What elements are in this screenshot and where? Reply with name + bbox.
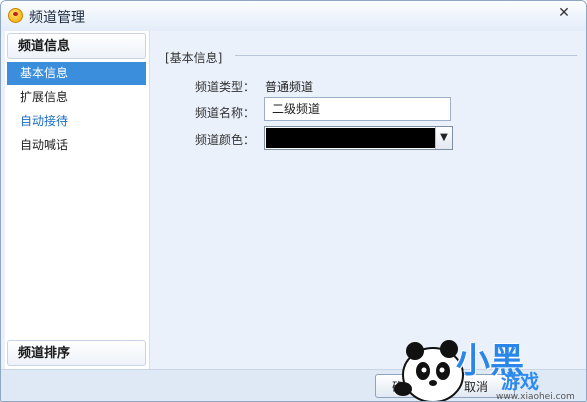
window-title: 频道管理 <box>29 10 85 26</box>
sidebar-section-channel-sort[interactable]: 频道排序 <box>7 340 146 366</box>
watermark-sub: 游戏 <box>501 371 540 393</box>
sidebar-item-auto-shout[interactable]: 自动喊话 <box>7 134 146 157</box>
sidebar-section-channel-info[interactable]: 频道信息 <box>7 33 146 59</box>
channel-type-label: 频道类型： <box>195 80 256 94</box>
close-button[interactable]: ✕ <box>555 5 573 21</box>
channel-name-input[interactable]: 二级频道 <box>264 97 451 121</box>
title-bar: 频道管理 ✕ <box>1 1 586 31</box>
channel-color-label: 频道颜色： <box>195 133 256 147</box>
group-divider <box>235 55 577 56</box>
app-logo-icon <box>8 8 23 23</box>
group-title: [基本信息] <box>165 51 223 65</box>
channel-management-window: 频道管理 ✕ 频道信息 基本信息 扩展信息 自动接待 自动喊话 频道排序 [基本… <box>0 0 587 402</box>
color-swatch <box>266 128 436 148</box>
dropdown-arrow-icon[interactable]: ▼ <box>435 127 452 149</box>
channel-color-dropdown[interactable]: ▼ <box>264 126 453 150</box>
channel-name-label: 频道名称： <box>195 106 256 120</box>
sidebar: 频道信息 基本信息 扩展信息 自动接待 自动喊话 频道排序 <box>5 31 150 369</box>
sidebar-item-extended-info[interactable]: 扩展信息 <box>7 86 146 109</box>
watermark-url: www.xiaohei.com <box>496 392 575 402</box>
sidebar-item-basic-info[interactable]: 基本信息 <box>7 62 146 85</box>
sidebar-item-auto-reception[interactable]: 自动接待 <box>7 110 146 133</box>
channel-type-value: 普通频道 <box>265 80 314 94</box>
main-panel: [基本信息] 频道类型： 普通频道 频道名称： 二级频道 频道颜色： ▼ <box>151 31 581 369</box>
